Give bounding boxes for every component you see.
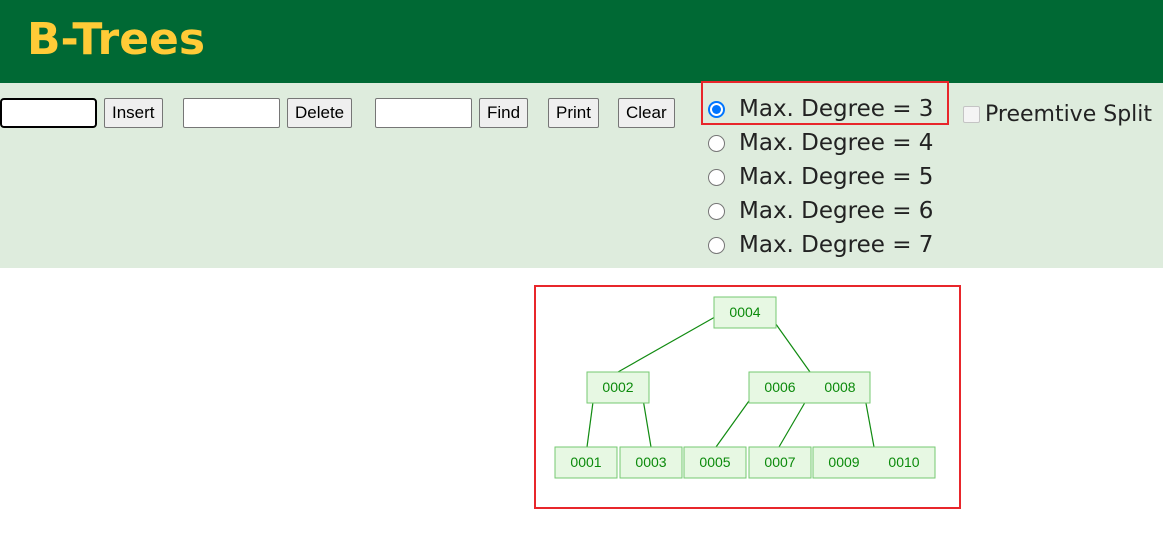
tree-leaf-0003: 0003 [619, 446, 683, 479]
tree-node-0006-0008: 0006 0008 [748, 371, 871, 404]
edge-root-to-node-0002 [617, 312, 723, 373]
tree-leaf-0007: 0007 [748, 446, 812, 479]
tree-leaf-0009-0010: 0009 0010 [812, 446, 936, 479]
node-key: 0006 [764, 379, 795, 395]
tree-node-root: 0004 [713, 296, 777, 329]
node-key: 0004 [729, 304, 760, 320]
node-key: 0001 [570, 454, 601, 470]
b-tree-canvas: 0004 0002 0006 0008 0001 0003 0005 0007 … [554, 296, 936, 479]
tree-leaf-0005: 0005 [683, 446, 747, 479]
node-key: 0002 [602, 379, 633, 395]
node-key: 0005 [699, 454, 730, 470]
node-key: 0003 [635, 454, 666, 470]
tree-node-0002: 0002 [586, 371, 650, 404]
node-key: 0008 [824, 379, 855, 395]
node-key: 0010 [888, 454, 919, 470]
node-key: 0009 [828, 454, 859, 470]
node-key: 0007 [764, 454, 795, 470]
tree-leaf-0001: 0001 [554, 446, 618, 479]
